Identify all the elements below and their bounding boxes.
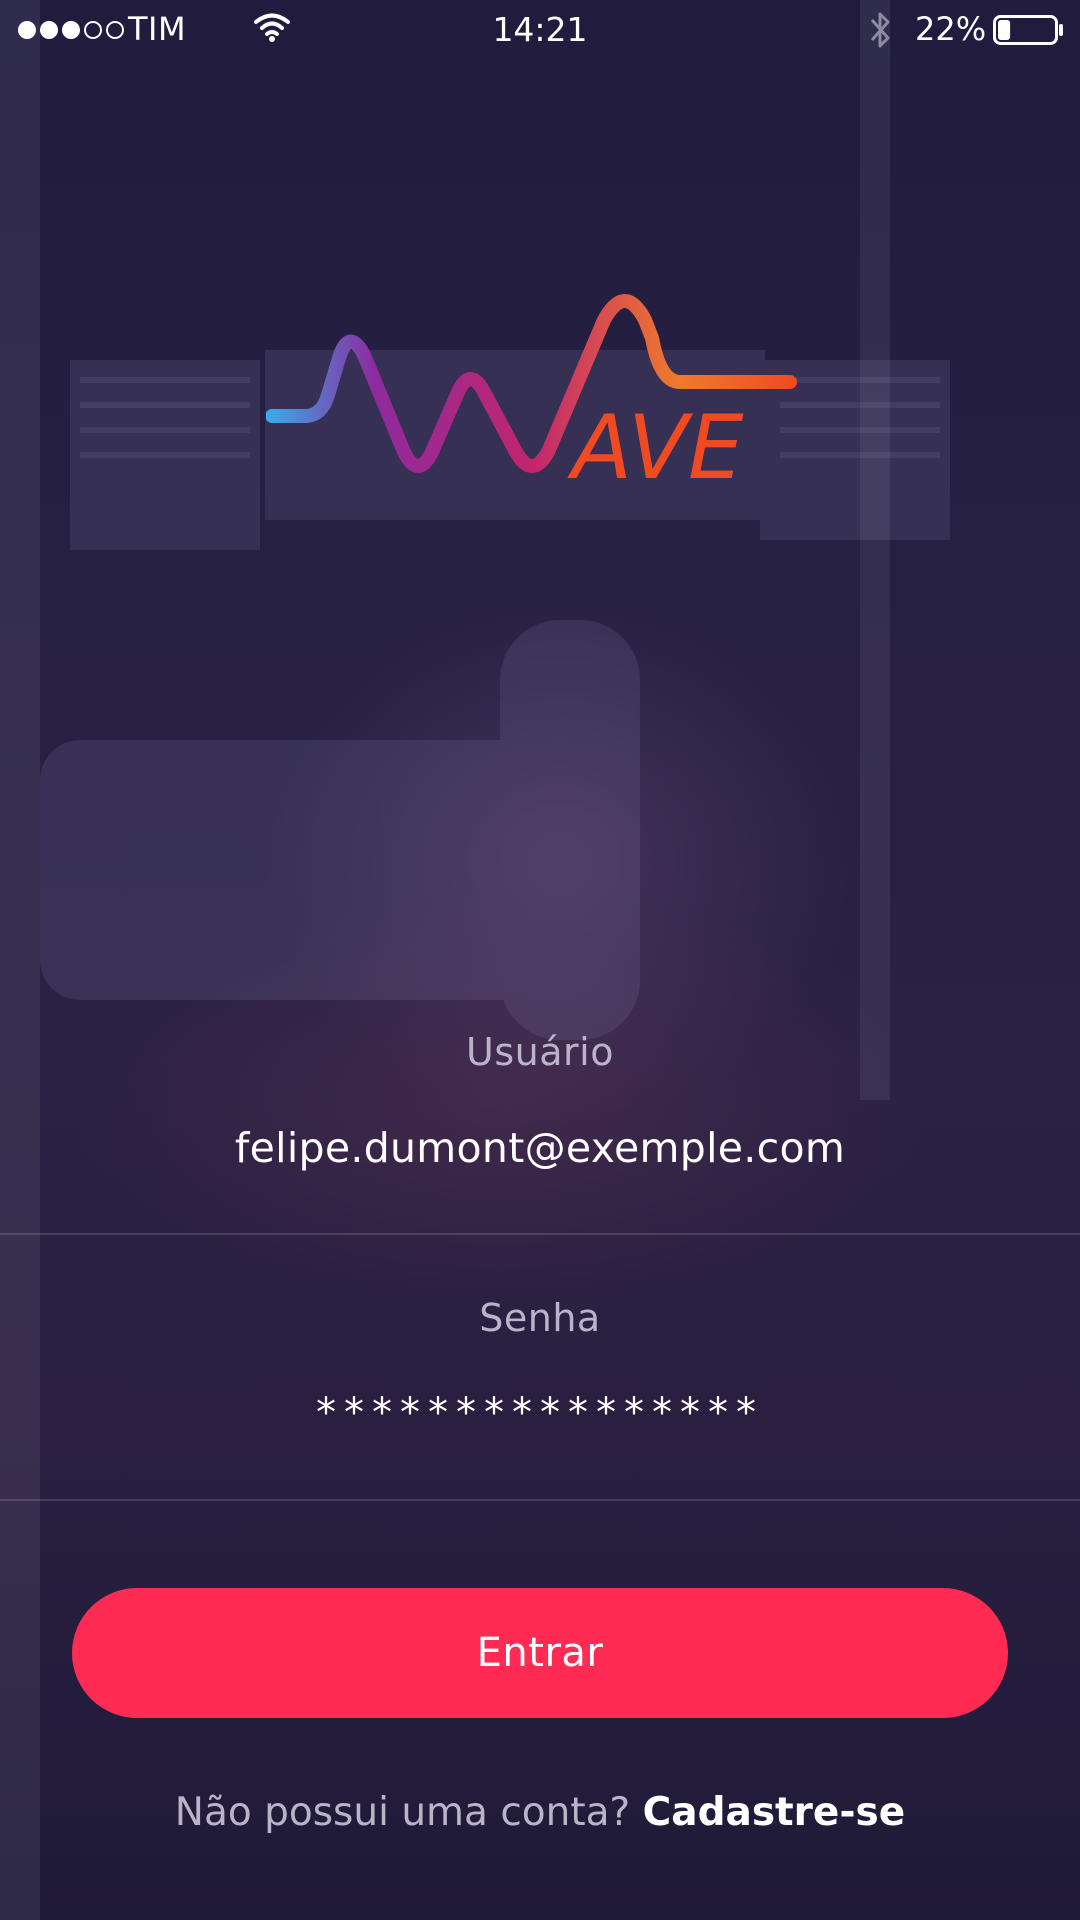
password-input[interactable]: **************** [0, 1390, 1080, 1446]
signup-row: Não possui uma conta? Cadastre-se [0, 1790, 1080, 1835]
login-button[interactable]: Entrar [72, 1588, 1008, 1718]
logo-wordmark: AVE [567, 396, 744, 490]
battery-icon [993, 15, 1063, 45]
signup-prompt: Não possui uma conta? [174, 1790, 631, 1835]
password-label: Senha [479, 1296, 601, 1340]
battery-percentage: 22% [915, 10, 987, 48]
username-input[interactable] [0, 1120, 1080, 1176]
wave-logo: AVE [266, 294, 797, 490]
password-divider [0, 1499, 1080, 1501]
username-divider [0, 1233, 1080, 1235]
login-screen: TIM 14:21 22% AVE Usuário felipe.dumont@… [0, 0, 1080, 1920]
status-bar: TIM 14:21 22% [0, 0, 1080, 60]
username-label: Usuário [466, 1030, 614, 1074]
signup-link[interactable]: Cadastre-se [643, 1790, 906, 1835]
bluetooth-icon [870, 12, 890, 48]
